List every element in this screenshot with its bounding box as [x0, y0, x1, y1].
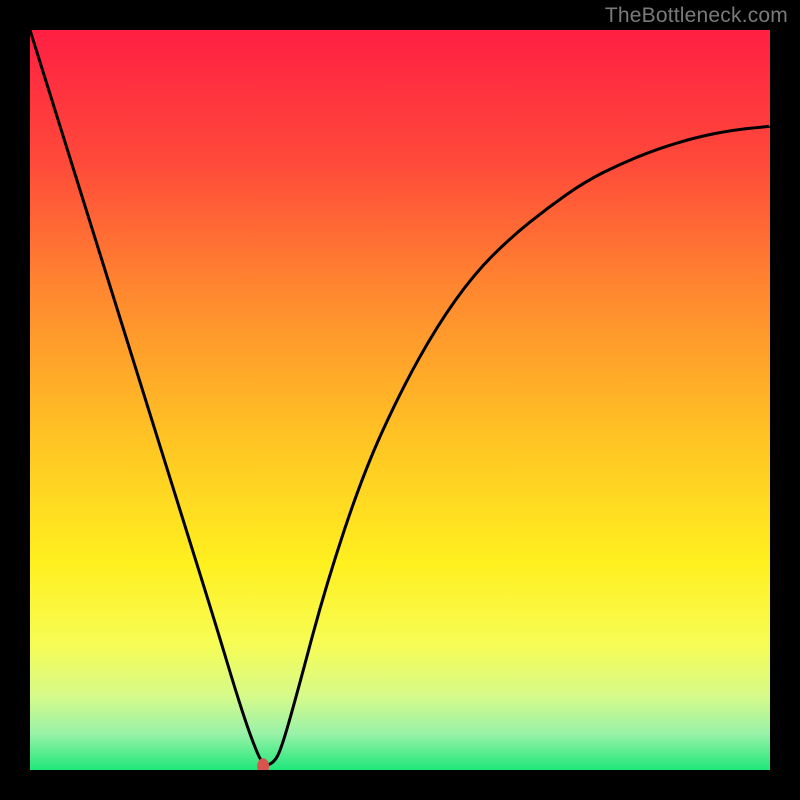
plot-area [30, 30, 770, 770]
watermark-text: TheBottleneck.com [605, 4, 788, 28]
chart-frame: TheBottleneck.com [0, 0, 800, 800]
bottleneck-curve [30, 30, 770, 765]
line-chart [30, 30, 770, 770]
min-point-marker [257, 758, 269, 770]
